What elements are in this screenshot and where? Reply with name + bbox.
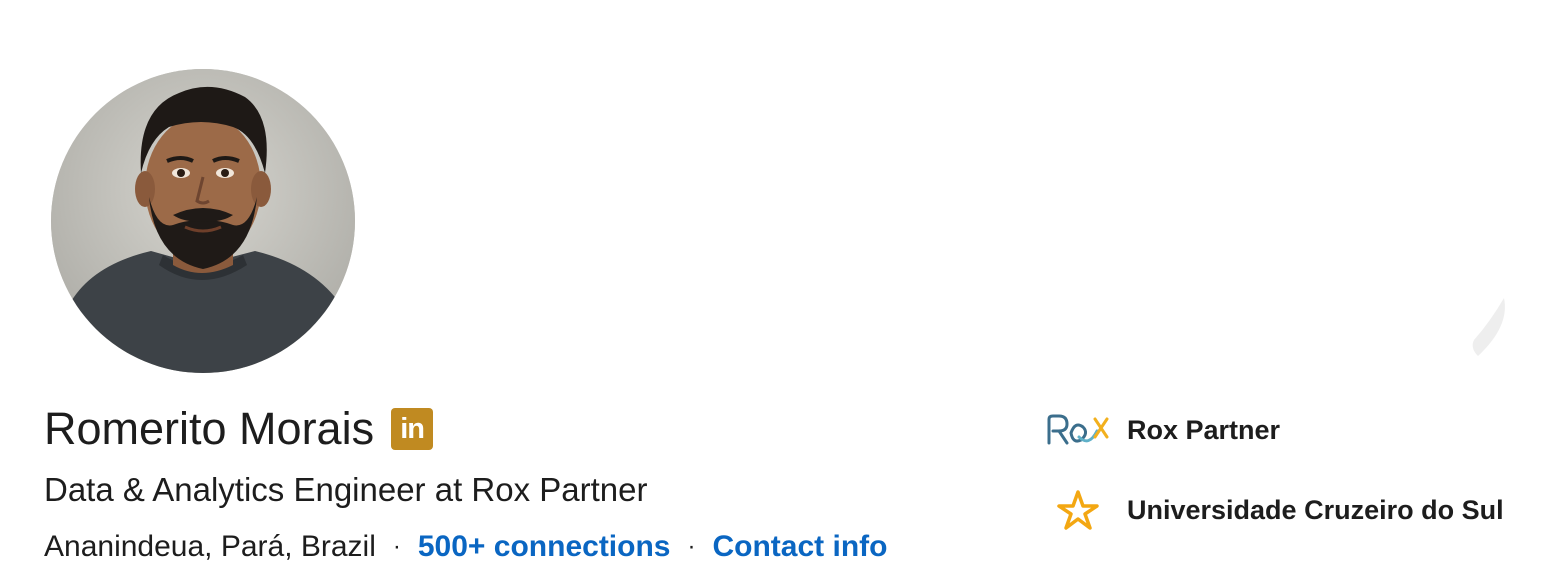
org-universidade-cruzeiro-do-sul[interactable]: Universidade Cruzeiro do Sul (1043, 486, 1504, 534)
profile-headline: Data & Analytics Engineer at Rox Partner (44, 471, 648, 508)
contact-info-link[interactable]: Contact info (712, 527, 887, 567)
org-name: Universidade Cruzeiro do Sul (1127, 494, 1504, 525)
separator-dot: · (687, 533, 696, 560)
name-row: Romerito Morais in (44, 401, 434, 457)
profile-top-card: Romerito Morais in Data & Analytics Engi… (0, 0, 1548, 578)
profile-photo[interactable] (51, 69, 355, 373)
profile-meta-row: Ananindeua, Pará, Brazil · 500+ connecti… (44, 527, 887, 567)
separator-dot: · (392, 533, 401, 560)
avatar-illustration (51, 69, 355, 373)
profile-location: Ananindeua, Pará, Brazil (44, 530, 376, 563)
org-rox-partner[interactable]: Rox Partner (1043, 406, 1280, 454)
rox-logo-icon (1043, 406, 1113, 454)
decorative-corner (1472, 298, 1505, 356)
linkedin-premium-icon[interactable]: in (391, 408, 434, 450)
connections-link[interactable]: 500+ connections (418, 527, 671, 567)
org-name: Rox Partner (1127, 414, 1281, 445)
star-logo-icon (1043, 486, 1113, 534)
profile-name: Romerito Morais (44, 403, 375, 454)
